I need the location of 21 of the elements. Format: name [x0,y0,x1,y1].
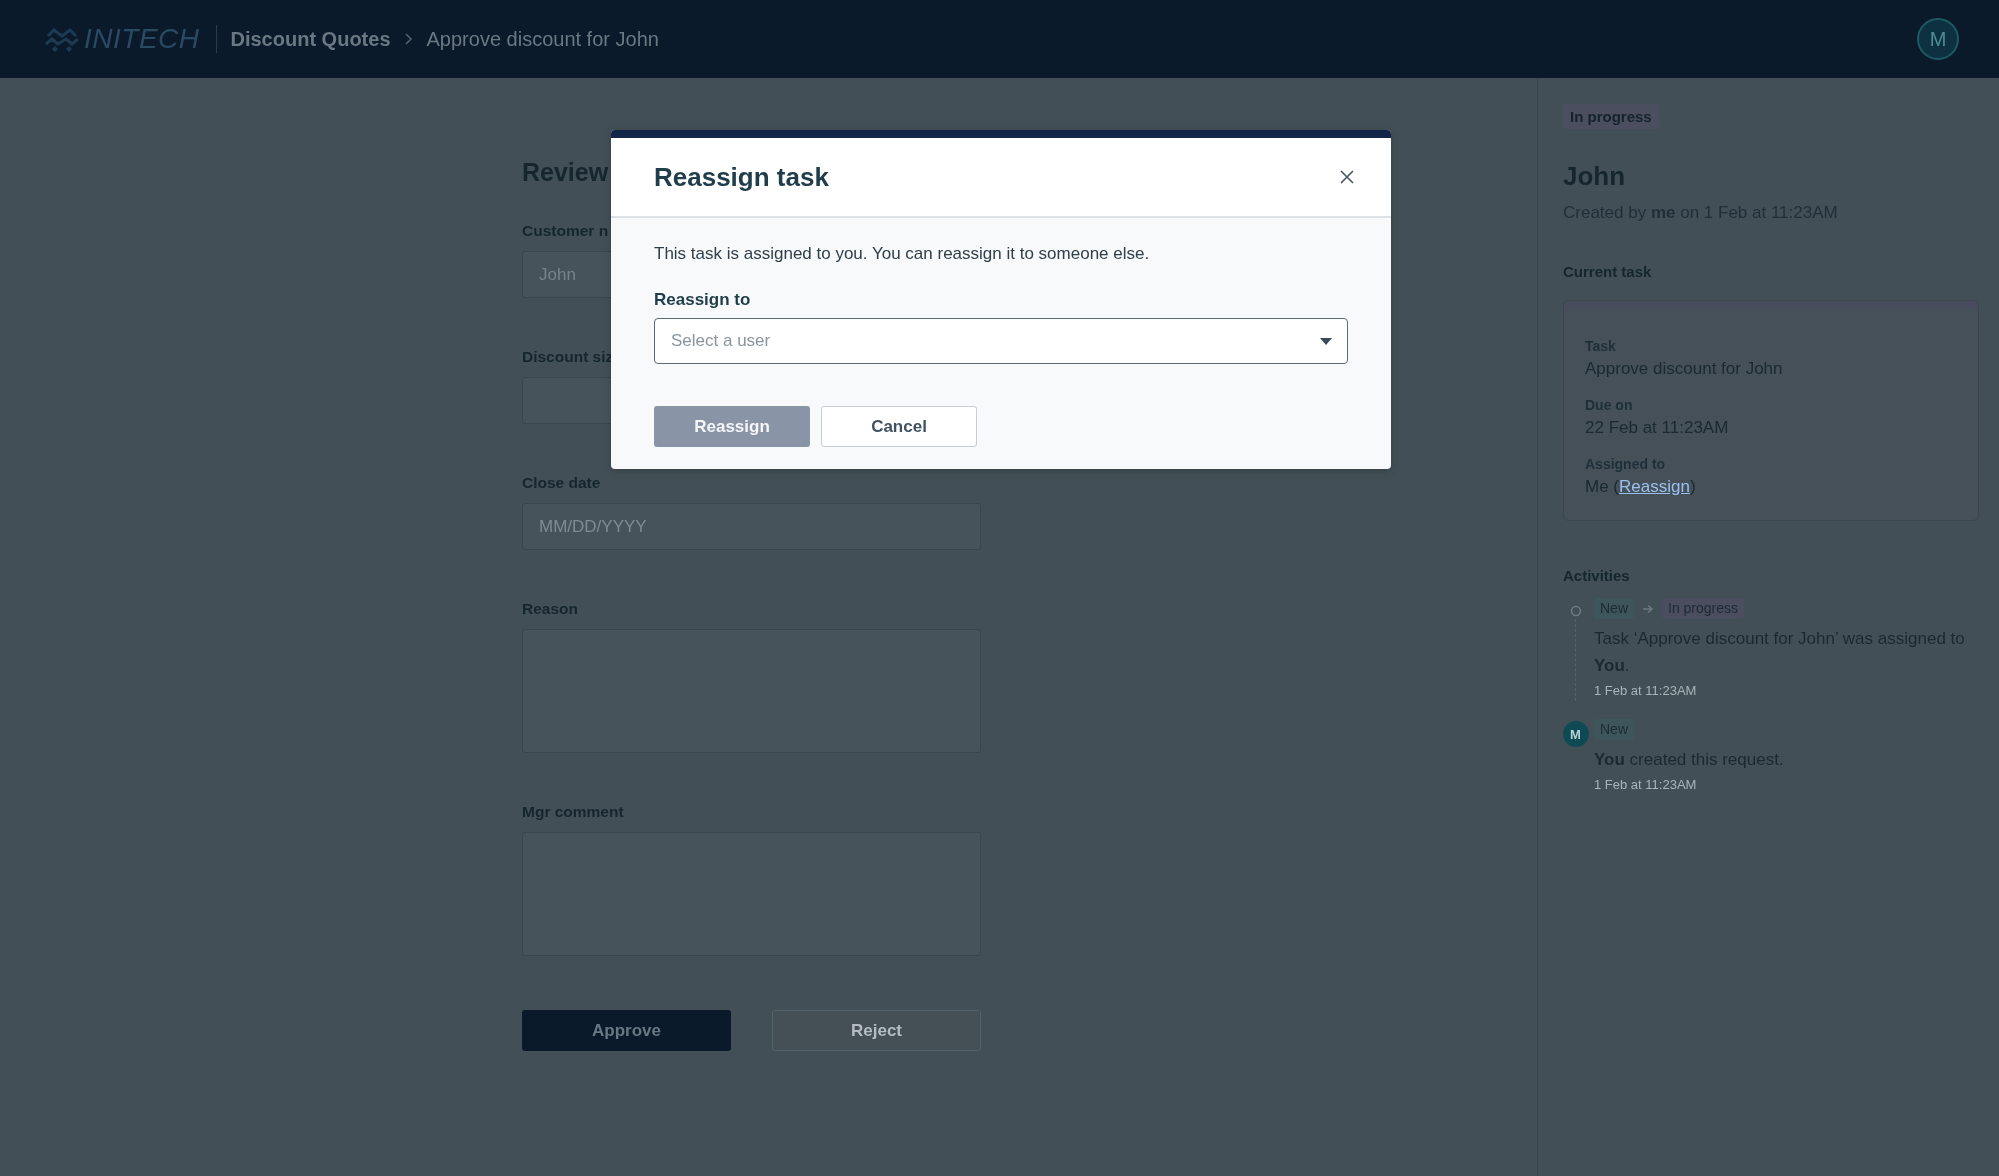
reassign-link[interactable]: Reassign [1619,477,1690,496]
caret-down-icon [1320,338,1332,345]
field-label: Reassign to [654,290,752,310]
breadcrumb-link[interactable]: Approve discount for John [426,27,659,51]
dialog-message: This task is assigned to you. You can reassign it to someone else. [654,243,1151,265]
reject-button[interactable]: Reject [772,1010,981,1051]
timestamp: 1 Feb at 11:23AM [1594,682,1698,700]
input-field[interactable]: MM/DD/YYYY [522,503,981,550]
cancel-button[interactable]: Cancel [821,406,977,447]
timestamp: 1 Feb at 11:23AM [1594,776,1698,794]
close-icon [1340,170,1354,184]
chevron-right-icon [403,32,414,46]
user-avatar[interactable]: M [1917,18,1959,60]
circle-icon [1569,605,1582,617]
user-avatar: M [1562,721,1589,747]
breadcrumb-link[interactable]: Discount Quotes [230,27,391,51]
user-dropdown[interactable]: Select a user [654,318,1348,364]
logo-wordmark: INITECH [84,23,200,55]
dialog-title: Reassign task [654,161,829,193]
arrow-right-icon [1642,603,1654,614]
approve-button[interactable]: Approve [522,1010,731,1051]
